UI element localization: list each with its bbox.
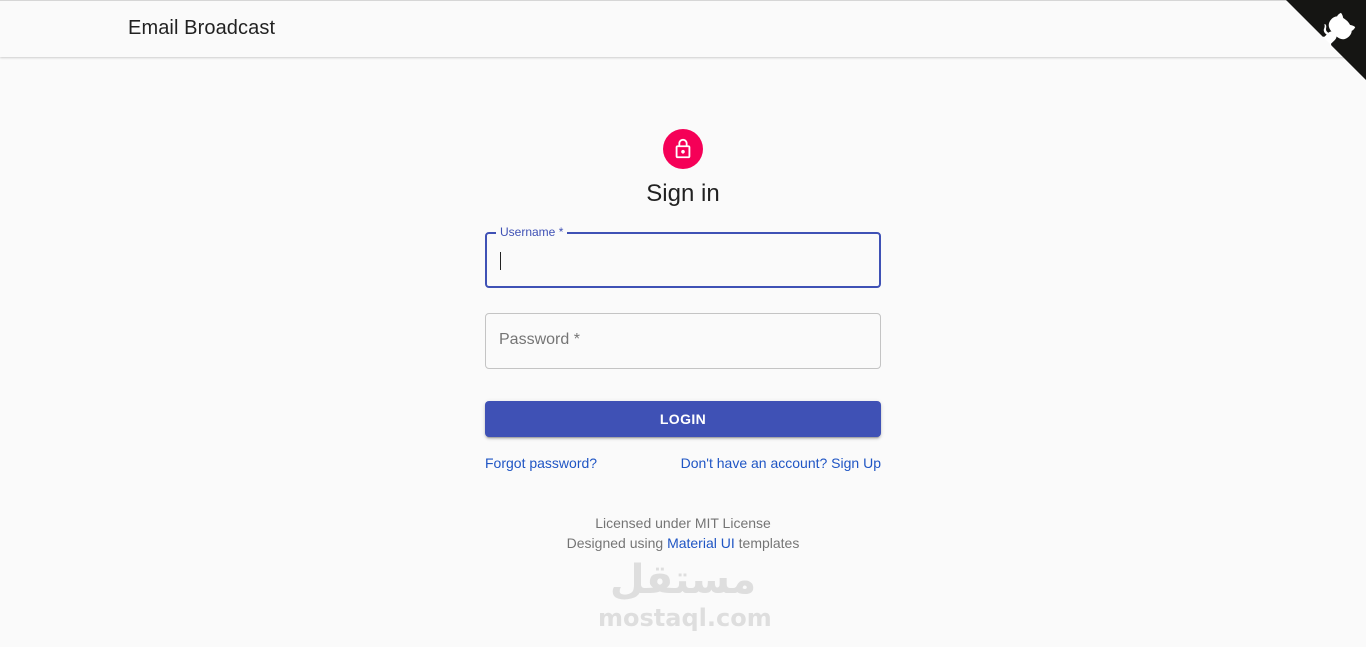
license-text: Licensed under MIT License bbox=[595, 515, 771, 531]
login-button[interactable]: LOGIN bbox=[485, 401, 881, 437]
github-corner-link[interactable] bbox=[1286, 0, 1366, 80]
github-octocat-icon bbox=[1286, 0, 1366, 80]
forgot-password-link[interactable]: Forgot password? bbox=[485, 455, 597, 471]
lock-icon bbox=[675, 138, 691, 159]
designed-using-text: Designed using Material UI templates bbox=[0, 535, 1366, 551]
designed-suffix: templates bbox=[734, 535, 800, 551]
app-title: Email Broadcast bbox=[128, 17, 276, 39]
watermark-arabic-text: مستقل bbox=[609, 557, 757, 603]
sign-in-heading: Sign in bbox=[646, 180, 720, 207]
watermark-latin-text: mostaql.com bbox=[598, 604, 772, 632]
username-input[interactable] bbox=[499, 234, 867, 286]
mostaql-watermark: مستقل mostaql.com bbox=[598, 556, 772, 638]
designed-prefix: Designed using bbox=[566, 535, 668, 551]
password-field[interactable]: Password * bbox=[485, 313, 881, 369]
lock-avatar bbox=[663, 129, 703, 169]
password-input[interactable] bbox=[498, 314, 868, 368]
username-field[interactable]: Username * bbox=[485, 225, 881, 288]
app-bar: Email Broadcast bbox=[0, 0, 1366, 57]
material-ui-link[interactable]: Material UI bbox=[667, 535, 735, 551]
sign-up-link[interactable]: Don't have an account? Sign Up bbox=[681, 455, 881, 471]
